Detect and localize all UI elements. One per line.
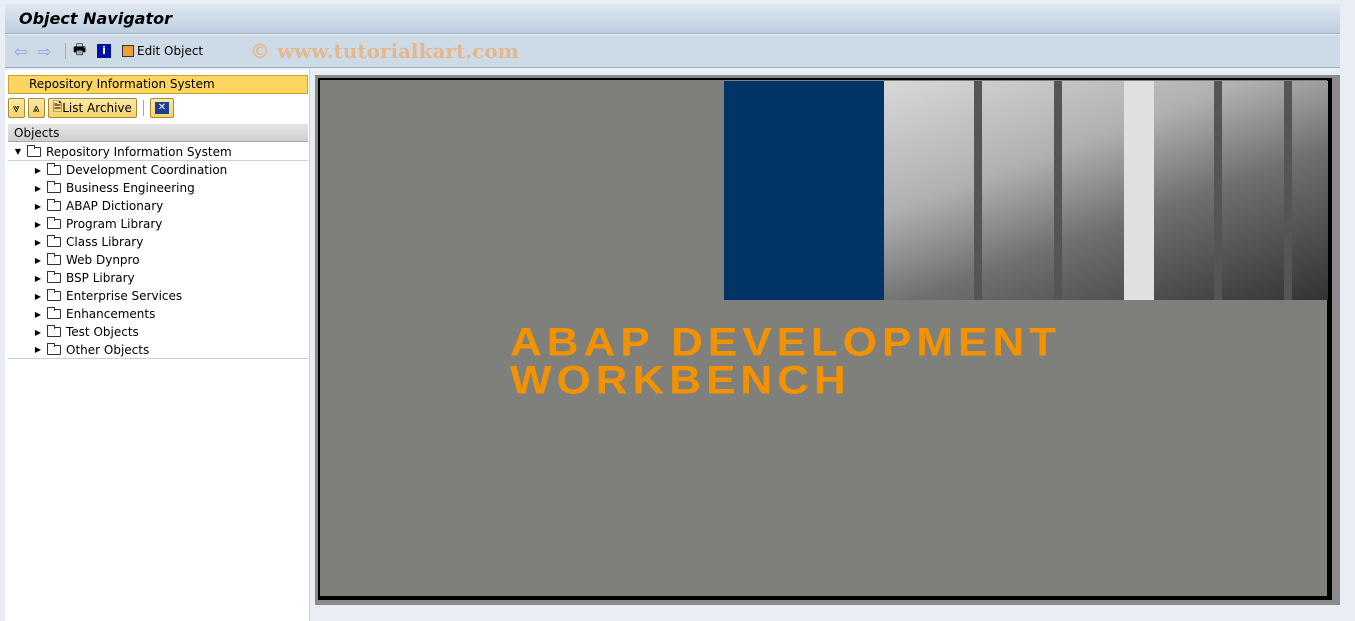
headline-line-2: WORKBENCH (510, 358, 851, 403)
collapsed-triangle-icon[interactable]: ▶ (33, 238, 43, 247)
tree-item[interactable]: ▶ Enhancements (8, 305, 308, 323)
folder-icon (47, 289, 61, 301)
forward-arrow-icon[interactable]: ⇨ (38, 42, 51, 61)
info-icon[interactable]: i (97, 42, 111, 60)
collapsed-triangle-icon[interactable]: ▶ (33, 345, 43, 354)
window-title: Object Navigator (19, 9, 172, 28)
collapsed-triangle-icon[interactable]: ▶ (33, 220, 43, 229)
tree-item-label: Class Library (66, 235, 144, 249)
folder-icon (47, 342, 61, 355)
expand-icon: ⩔ (13, 100, 20, 115)
collapsed-triangle-icon[interactable]: ▶ (33, 184, 43, 193)
splash-headline: ABAP DEVELOPMENT WORKBENCH (510, 320, 1062, 403)
tree-root[interactable]: ▼ Repository Information System (8, 143, 308, 161)
tree-item-label: Other Objects (66, 342, 150, 357)
tree-item[interactable]: ▶ Test Objects (8, 323, 308, 341)
edit-object-label: Edit Object (137, 44, 204, 58)
list-archive-label: List Archive (62, 101, 132, 115)
tree-item[interactable]: ▶ Business Engineering (8, 179, 308, 197)
watermark: © www.tutorialkart.com (250, 39, 519, 63)
collapsed-triangle-icon[interactable]: ▶ (33, 292, 43, 301)
collapse-icon: ⩓ (32, 100, 40, 115)
collapsed-triangle-icon[interactable]: ▶ (33, 274, 43, 283)
folder-icon (47, 217, 61, 229)
folder-icon (47, 253, 61, 265)
tree-item-label: Enhancements (66, 307, 156, 321)
objects-header: Objects (8, 124, 308, 142)
navigator-pane: Repository Information System ⩔ ⩓ 🗎 List … (5, 70, 310, 621)
print-icon[interactable]: 🖶 (73, 42, 86, 60)
tree-item-label: Business Engineering (66, 181, 195, 195)
tree-item-label: Development Coordination (66, 163, 228, 177)
headline-line-1: ABAP DEVELOPMENT (510, 320, 1062, 365)
back-arrow-icon[interactable]: ⇦ (14, 42, 27, 61)
folder-open-icon (27, 144, 41, 157)
collapsed-triangle-icon[interactable]: ▶ (33, 310, 43, 319)
blue-block (724, 81, 884, 300)
tree-item[interactable]: ▶ BSP Library (8, 269, 308, 287)
collapsed-triangle-icon[interactable]: ▶ (33, 256, 43, 265)
tree-item[interactable]: ▶ Program Library (8, 215, 308, 233)
folder-icon (47, 181, 61, 193)
list-archive-button[interactable]: 🗎 List Archive (47, 98, 137, 118)
splash-image: ABAP DEVELOPMENT WORKBENCH (318, 78, 1332, 600)
browser-selector-label: Repository Information System (29, 77, 215, 91)
tree-item-label: BSP Library (66, 271, 135, 285)
collapsed-triangle-icon[interactable]: ▶ (33, 202, 43, 211)
close-icon: ✕ (154, 102, 169, 114)
tree-item[interactable]: ▶ ABAP Dictionary (8, 197, 308, 215)
tree-item-label: ABAP Dictionary (66, 199, 164, 213)
tree-item-label: Program Library (66, 217, 163, 231)
tree-item-label: Enterprise Services (66, 289, 183, 303)
tree-item[interactable]: ▶ Development Coordination (8, 161, 308, 179)
tree-root-label: Repository Information System (46, 144, 232, 159)
tree-item-label: Web Dynpro (66, 253, 140, 267)
tree-item[interactable]: ▶ Web Dynpro (8, 251, 308, 269)
expanded-triangle-icon[interactable]: ▼ (13, 147, 23, 156)
collapsed-triangle-icon[interactable]: ▶ (33, 328, 43, 337)
tree-item-label: Test Objects (66, 325, 139, 339)
document-icon: 🗎 (52, 99, 63, 114)
folder-icon (47, 271, 61, 283)
office-photo (884, 81, 1328, 300)
tree-item[interactable]: ▶ Other Objects (8, 341, 308, 359)
close-button[interactable]: ✕ (149, 98, 174, 118)
expand-button[interactable]: ⩔ (8, 98, 25, 118)
folder-icon (47, 325, 61, 337)
edit-object-button[interactable]: Edit Object (122, 42, 203, 60)
edit-object-icon (122, 45, 134, 57)
folder-icon (47, 163, 61, 175)
collapsed-triangle-icon[interactable]: ▶ (33, 166, 43, 175)
title-bar: Object Navigator (5, 4, 1340, 34)
folder-icon (47, 199, 61, 211)
browser-selector[interactable]: Repository Information System (8, 75, 308, 94)
tree-item[interactable]: ▶ Class Library (8, 233, 308, 251)
folder-icon (47, 235, 61, 247)
folder-icon (47, 307, 61, 319)
application-toolbar: ⇦ ⇨ 🖶 i Edit Object © www.tutorialkart.c… (5, 35, 1340, 68)
tree-item[interactable]: ▶ Enterprise Services (8, 287, 308, 305)
collapse-button[interactable]: ⩓ (27, 98, 45, 118)
object-tree: ▼ Repository Information System ▶ Developm… (8, 143, 308, 359)
